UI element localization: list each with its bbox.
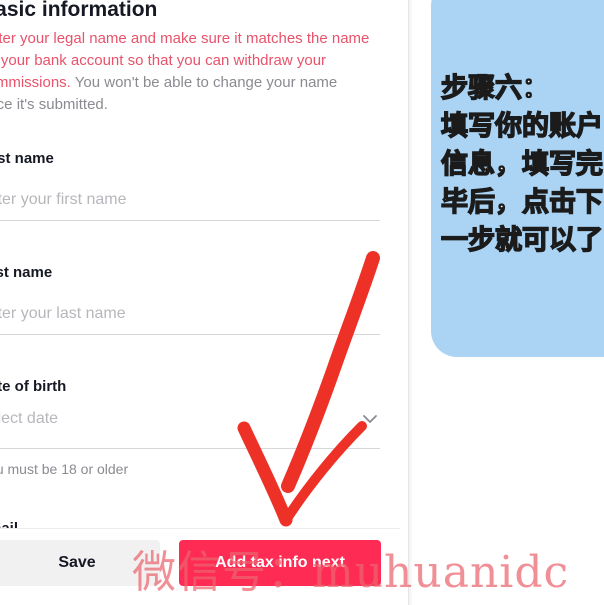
last-name-input[interactable]	[0, 294, 380, 335]
section-title: Basic information	[0, 0, 158, 21]
save-button[interactable]: Save	[0, 540, 160, 586]
first-name-input[interactable]	[0, 180, 380, 221]
screenshot-stage: Basic information Enter your legal name …	[0, 0, 604, 605]
chevron-down-icon	[363, 415, 377, 423]
action-bar: Save Add tax info next	[0, 528, 400, 596]
last-name-label: Last name	[0, 264, 53, 281]
legal-name-notice: Enter your legal name and make sure it m…	[0, 28, 370, 116]
add-tax-info-next-button[interactable]: Add tax info next	[179, 540, 381, 586]
date-of-birth-value: Select date	[0, 410, 59, 427]
date-of-birth-label: Date of birth	[0, 378, 67, 395]
age-requirement-helper: You must be 18 or older	[0, 461, 129, 477]
tax-info-form-panel: Basic information Enter your legal name …	[0, 0, 409, 605]
first-name-label: First name	[0, 150, 54, 167]
instruction-note-text: 步骤六： 填写你的账户 信息，填写完 毕后，点击下 一步就可以了	[440, 72, 603, 256]
date-of-birth-select[interactable]: Select date	[0, 400, 380, 449]
